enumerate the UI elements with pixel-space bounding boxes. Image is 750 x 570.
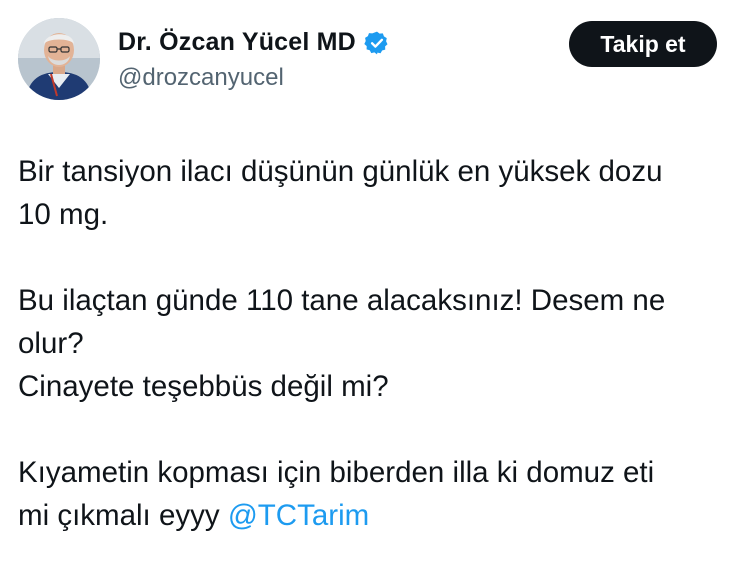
author-name-row: Dr. Özcan Yücel MD xyxy=(118,28,390,57)
avatar-photo xyxy=(18,18,100,100)
avatar[interactable] xyxy=(18,18,100,100)
follow-button[interactable]: Takip et xyxy=(569,21,717,67)
author-display-name[interactable]: Dr. Özcan Yücel MD xyxy=(118,28,356,57)
tweet-card: Dr. Özcan Yücel MD @drozcanyucel Takip e… xyxy=(0,0,750,570)
author-handle[interactable]: @drozcanyucel xyxy=(118,64,284,92)
tweet-line: Bu ilaçtan günde 110 tane alacaksınız! D… xyxy=(18,284,666,317)
verified-badge-icon xyxy=(364,31,388,54)
tweet-line-prefix: mi çıkmalı eyyy xyxy=(18,499,228,532)
tweet-line: 10 mg. xyxy=(18,198,109,231)
mention-link[interactable]: @TCTarim xyxy=(228,499,369,532)
tweet-line: Kıyametin kopması için biberden illa ki … xyxy=(18,456,655,489)
tweet-line: Cinayete teşebbüs değil mi? xyxy=(18,370,389,403)
tweet-line-last: mi çıkmalı eyyy @TCTarim xyxy=(18,494,743,537)
tweet-line: Bir tansiyon ilacı düşünün günlük en yük… xyxy=(18,155,663,188)
tweet-text: Bir tansiyon ilacı düşünün günlük en yük… xyxy=(18,150,743,537)
tweet-line: olur? xyxy=(18,327,84,360)
